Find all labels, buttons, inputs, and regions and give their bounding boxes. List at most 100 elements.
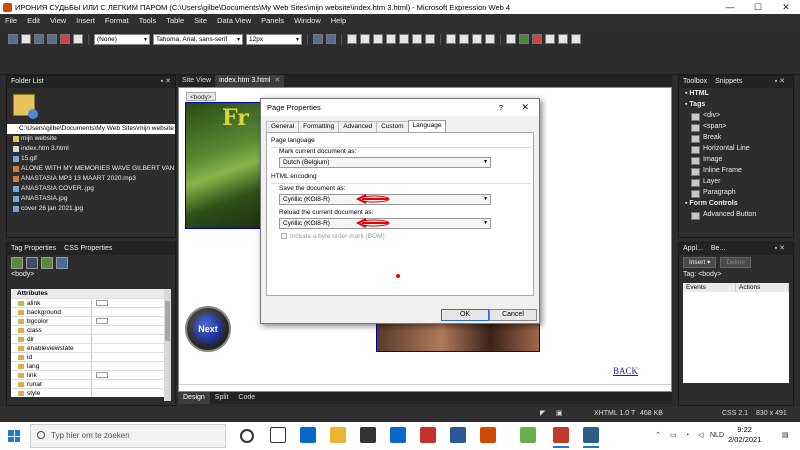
actions-column[interactable]: Actions (736, 283, 789, 292)
tab-general[interactable]: General (266, 121, 300, 132)
page-header-image[interactable]: Fr (185, 102, 261, 229)
align-left-button[interactable] (386, 34, 396, 44)
menu-item-help[interactable]: Help (326, 16, 351, 25)
notifications-icon[interactable]: ▤ (782, 422, 789, 450)
cancel-button[interactable]: Cancel (489, 309, 537, 321)
preview-button[interactable] (73, 34, 83, 44)
borders-button[interactable] (545, 34, 555, 44)
color-swatch[interactable] (96, 318, 108, 324)
visual-aids-icon[interactable]: ◤ (540, 407, 545, 420)
layers-button[interactable] (558, 34, 568, 44)
file-list-item[interactable]: ALONE WITH MY MEMORIES WAVE GILBERT VAN (7, 164, 175, 174)
back-link[interactable]: BACK (613, 366, 638, 376)
numbering-button[interactable] (446, 34, 456, 44)
attributes-scrollbar[interactable] (164, 289, 171, 401)
attribute-row[interactable]: alink (11, 298, 167, 307)
toolbox-item[interactable]: Inline Frame (679, 165, 793, 176)
panel-pin-icon[interactable]: ▪ ✕ (771, 243, 789, 255)
css-version-indicator[interactable]: CSS 2.1 (722, 407, 748, 420)
attribute-value[interactable] (91, 362, 167, 370)
color-swatch[interactable] (96, 372, 108, 378)
menu-item-view[interactable]: View (45, 16, 71, 25)
doctype-indicator[interactable]: XHTML 1.0 T (594, 407, 635, 420)
volume-icon[interactable]: ◁ (698, 422, 703, 450)
attribute-row[interactable]: dir (11, 334, 167, 343)
attribute-row[interactable]: class (11, 325, 167, 334)
tab-index-html[interactable]: index.htm 3.html ✕ (215, 75, 285, 87)
font-color-button[interactable] (532, 34, 542, 44)
maximize-button[interactable]: ☐ (744, 2, 772, 13)
attribute-value[interactable] (91, 299, 167, 307)
toolbox-item[interactable]: Paragraph (679, 187, 793, 198)
attribute-value[interactable] (91, 326, 167, 334)
attribute-value[interactable] (91, 371, 167, 379)
edge-icon[interactable] (300, 427, 316, 443)
insert-behavior-button[interactable]: Insert ▾ (683, 257, 717, 268)
justify-button[interactable] (425, 34, 435, 44)
battery-icon[interactable]: ▭ (670, 422, 677, 450)
toolbox-category[interactable]: ▪ HTML (679, 88, 793, 99)
delete-behavior-button[interactable]: Delete (720, 257, 752, 268)
close-tab-icon[interactable]: ✕ (274, 77, 280, 84)
bold-button[interactable] (347, 34, 357, 44)
task-view-icon[interactable] (270, 427, 286, 443)
next-button-image[interactable]: Next (185, 306, 231, 352)
menu-item-window[interactable]: Window (289, 16, 326, 25)
tab-formatting[interactable]: Formatting (298, 121, 340, 132)
tab-tag-properties[interactable]: Tag Properties (7, 243, 60, 255)
events-column[interactable]: Events (683, 283, 736, 292)
attribute-row[interactable]: bgcolor (11, 316, 167, 325)
tab-split[interactable]: Split (210, 392, 234, 404)
file-list-item[interactable]: cover 26 jan 2021.jpg (7, 204, 175, 214)
attribute-value[interactable] (91, 380, 167, 388)
style-app-icon[interactable]: ▣ (556, 407, 563, 420)
fullscreen-button[interactable] (571, 34, 581, 44)
help-button[interactable]: ? (499, 99, 503, 116)
toolbox-item[interactable]: <div> (679, 110, 793, 121)
attribute-row[interactable]: link (11, 370, 167, 379)
taskbar-search[interactable]: Typ hier om te zoeken (30, 424, 226, 448)
tray-chevron-icon[interactable]: ⌃ (655, 422, 661, 450)
tab-code[interactable]: Code (233, 392, 260, 404)
alphabetical-view-icon[interactable] (26, 257, 38, 269)
attribute-row[interactable]: id (11, 352, 167, 361)
menu-item-table[interactable]: Table (161, 16, 189, 25)
file-list-item[interactable]: index.htm 3.html (7, 144, 175, 154)
menu-item-data-view[interactable]: Data View (212, 16, 256, 25)
file-list-item[interactable]: ANASTASIA COVER..jpg (7, 184, 175, 194)
toolbox-item[interactable]: Break (679, 132, 793, 143)
italic-button[interactable] (360, 34, 370, 44)
body-tag-chip[interactable]: <body> (186, 92, 216, 101)
indent-button[interactable] (472, 34, 482, 44)
attribute-value[interactable] (91, 353, 167, 361)
redo-button[interactable] (326, 34, 336, 44)
color-swatch[interactable] (96, 300, 108, 306)
file-list-item[interactable]: 15.gif (7, 154, 175, 164)
tab-language[interactable]: Language (407, 120, 447, 132)
tab-advanced[interactable]: Advanced (338, 121, 378, 132)
toolbox-item[interactable]: <span> (679, 121, 793, 132)
style-select[interactable]: (None) (94, 33, 150, 45)
menu-item-panels[interactable]: Panels (256, 16, 289, 25)
toolbox-item[interactable]: Image (679, 154, 793, 165)
menu-item-format[interactable]: Format (100, 16, 134, 25)
attribute-value[interactable] (91, 344, 167, 352)
tab-snippets[interactable]: Snippets (711, 76, 746, 88)
underline-button[interactable] (373, 34, 383, 44)
minimize-button[interactable]: — (716, 2, 744, 12)
windows-start-icon[interactable] (8, 430, 20, 442)
toolbox-item[interactable]: Advanced Button (679, 209, 793, 220)
attributes-header[interactable]: Attributes (11, 289, 167, 298)
page-size-indicator[interactable]: 830 x 491 (756, 407, 787, 420)
attribute-row[interactable]: background (11, 307, 167, 316)
attribute-value[interactable] (91, 335, 167, 343)
bullets-button[interactable] (459, 34, 469, 44)
attribute-value[interactable] (91, 389, 167, 397)
tab-apply-styles[interactable]: Appl... (679, 243, 707, 255)
tab-css-properties[interactable]: CSS Properties (60, 243, 116, 255)
open-button[interactable] (21, 34, 31, 44)
attribute-row[interactable]: lang (11, 361, 167, 370)
dialog-close-button[interactable]: ✕ (521, 99, 529, 116)
menu-item-edit[interactable]: Edit (22, 16, 45, 25)
panel-pin-icon[interactable]: ▪ ✕ (771, 76, 789, 88)
